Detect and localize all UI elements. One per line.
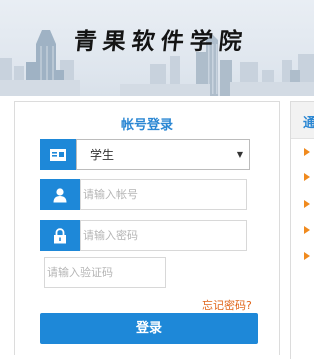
captcha-input[interactable]: 请输入验证码 [44, 257, 166, 288]
notice-panel: 通 [290, 101, 314, 359]
dropdown-arrow-icon: ▼ [236, 150, 244, 159]
notice-header-title: 通 [303, 116, 314, 131]
role-select-row: 学生 ▼ [40, 139, 250, 170]
notice-header: 通 [291, 102, 314, 139]
triangle-right-icon [304, 148, 310, 156]
forgot-password-link[interactable]: 忘记密码? [202, 297, 252, 313]
id-card-icon [40, 139, 76, 170]
user-icon [40, 179, 80, 210]
triangle-right-icon [304, 226, 310, 234]
password-input[interactable]: 请输入密码 [80, 220, 247, 251]
header-banner: 青果软件学院 [0, 0, 314, 96]
username-input[interactable]: 请输入帐号 [80, 179, 247, 210]
lock-icon [40, 220, 80, 251]
school-name-logo: 青果软件学院 [72, 28, 250, 55]
triangle-right-icon [304, 252, 310, 260]
triangle-right-icon [304, 173, 310, 181]
username-row: 请输入帐号 [40, 179, 250, 210]
login-button[interactable]: 登录 [40, 313, 258, 344]
triangle-right-icon [304, 200, 310, 208]
role-select-value: 学生 [90, 148, 115, 162]
login-page: 青果软件学院 帐号登录 学生 ▼ 请输入帐号 请输入密码 请输入验证码 忘记密码… [0, 0, 314, 359]
password-row: 请输入密码 [40, 220, 250, 251]
role-select[interactable]: 学生 ▼ [76, 139, 250, 170]
login-title: 帐号登录 [120, 118, 173, 133]
